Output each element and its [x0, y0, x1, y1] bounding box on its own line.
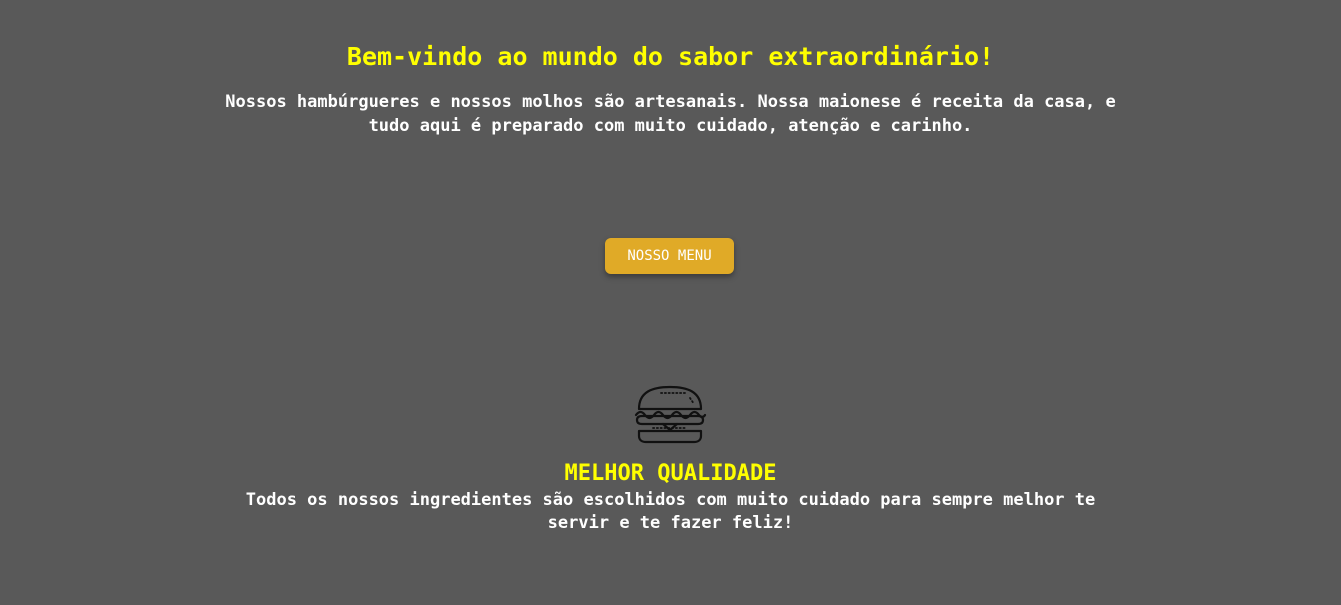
feature-title: MELHOR QUALIDADE [564, 461, 777, 486]
feature-text: Todos os nossos ingredientes são escolhi… [245, 490, 1096, 533]
hero-title: Bem-vindo ao mundo do sabor extraordinár… [346, 42, 995, 71]
menu-button[interactable]: NOSSO MENU [605, 238, 734, 274]
burger-icon [634, 385, 707, 444]
hero-description: Nossos hambúrgueres e nossos molhos são … [225, 92, 1116, 136]
page: Bem-vindo ao mundo do sabor extraordinár… [0, 0, 1341, 605]
